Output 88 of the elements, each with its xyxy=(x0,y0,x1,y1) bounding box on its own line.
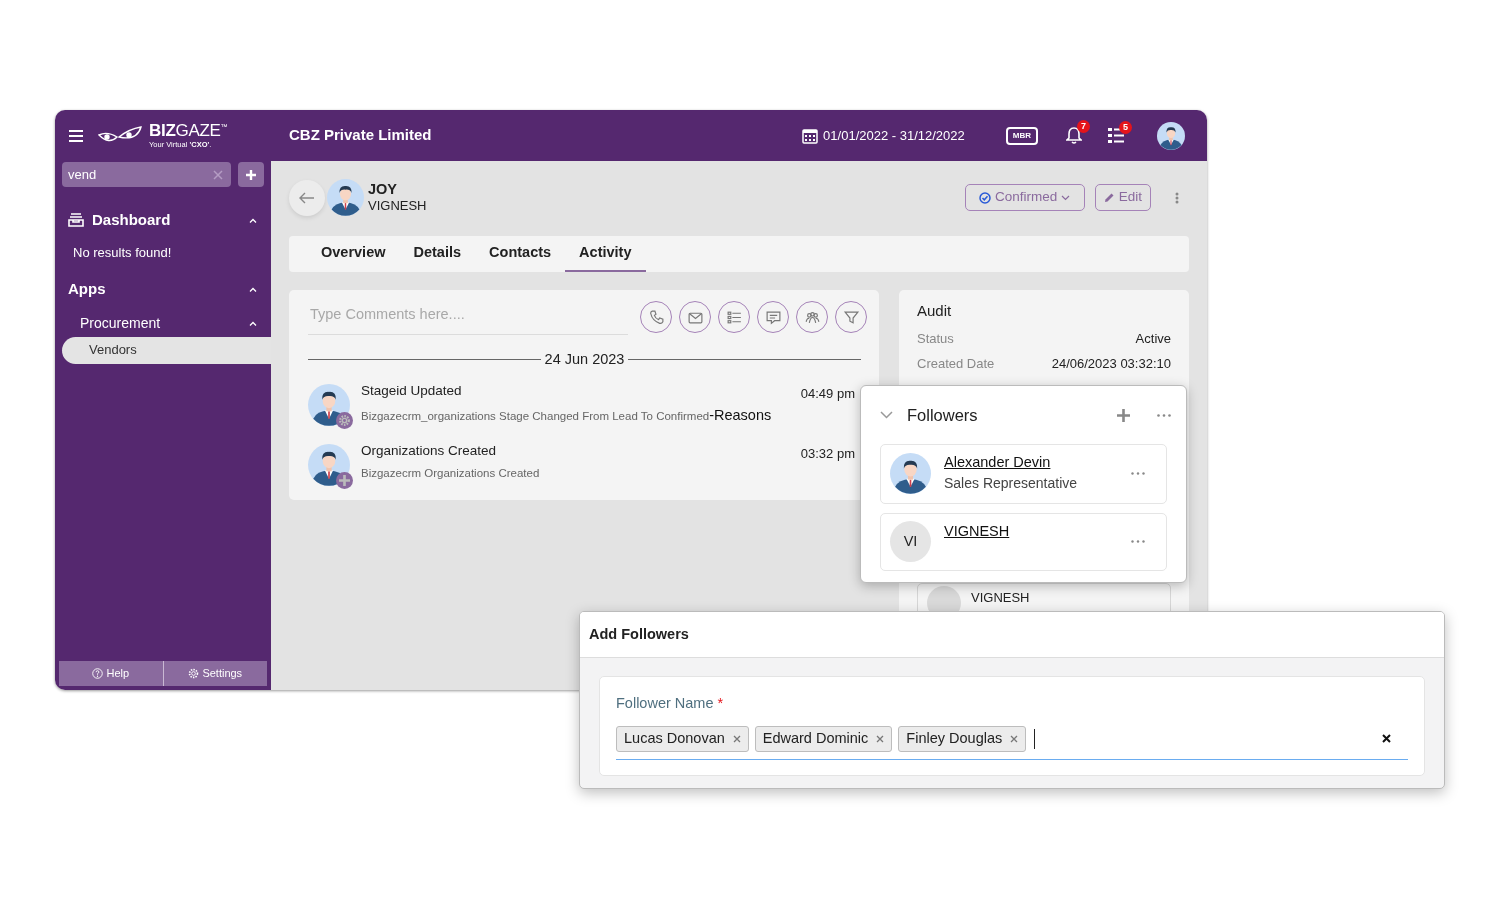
settings-button[interactable]: Settings xyxy=(162,661,267,686)
dialog-title: Add Followers xyxy=(580,612,1444,658)
follower-name[interactable]: Alexander Devin xyxy=(944,451,1118,473)
audit-label: Status xyxy=(917,329,954,348)
entry-time: 03:32 pm xyxy=(800,444,855,463)
chevron-down-icon xyxy=(1061,194,1071,201)
more-icon xyxy=(1131,472,1145,476)
gear-icon xyxy=(338,413,351,427)
record-name: JOY xyxy=(368,180,398,199)
bell-icon[interactable] xyxy=(1066,127,1082,144)
nav-group[interactable]: Apps xyxy=(68,278,106,301)
tag-chip: Finley Douglas xyxy=(898,725,1027,752)
follower-role: Sales Representative xyxy=(944,473,1079,493)
status-dropdown[interactable]: Confirmed xyxy=(964,184,1085,211)
company-name: CBZ Private Limited xyxy=(289,125,432,146)
clear-icon[interactable] xyxy=(1382,734,1391,744)
edit-button[interactable]: Edit xyxy=(1094,184,1151,211)
help-icon xyxy=(92,668,104,679)
audit-title: Audit xyxy=(917,301,953,321)
audit-label: Created Date xyxy=(917,355,995,373)
more-icon xyxy=(1131,540,1145,544)
back-arrow-icon xyxy=(299,191,315,204)
more-button[interactable] xyxy=(1157,413,1171,417)
help-button[interactable]: Help xyxy=(59,661,163,686)
tab[interactable]: Overview xyxy=(307,236,400,272)
empty-message: No results found! xyxy=(72,244,173,262)
follower-field[interactable]: Lucas Donovan Edward Dominic Finley Douglas xyxy=(616,720,1408,760)
calendar-icon[interactable] xyxy=(802,127,819,144)
chevron-icon[interactable] xyxy=(880,411,893,420)
initials-avatar: VI xyxy=(890,521,931,563)
date-range[interactable]: 01/01/2022 - 31/12/2022 xyxy=(823,125,965,146)
plus-icon xyxy=(246,169,256,180)
follower-name[interactable]: VIGNESH xyxy=(971,589,1030,606)
more-icon xyxy=(1157,413,1171,417)
tag-chip: Edward Dominic xyxy=(754,725,893,752)
record-subtitle: VIGNESH xyxy=(368,198,427,215)
entry-description: Bizgazecrm Organizations Created xyxy=(361,465,541,481)
tab[interactable]: Contacts xyxy=(475,236,566,272)
caret-icon[interactable] xyxy=(249,217,257,223)
date-divider-label: 24 Jun 2023 xyxy=(544,349,625,369)
notification-badge: 7 xyxy=(1077,120,1090,133)
remove-icon[interactable] xyxy=(732,734,741,743)
plus-icon[interactable] xyxy=(1117,408,1130,422)
user-avatar[interactable] xyxy=(1157,121,1185,150)
entry-description: Bizgazecrm_organizations Stage Changed From Lead To Confirmed-Reasons xyxy=(361,405,773,425)
remove-icon[interactable] xyxy=(876,734,885,743)
more-button[interactable] xyxy=(1131,540,1145,544)
nav-group[interactable]: Dashboard xyxy=(92,208,171,232)
menu-icon[interactable] xyxy=(69,129,83,142)
plus-icon xyxy=(339,474,350,486)
back-button[interactable] xyxy=(289,179,325,216)
avatar-icon xyxy=(890,453,931,495)
text-cursor xyxy=(1034,728,1036,749)
task-badge: 5 xyxy=(1119,121,1132,134)
more-button[interactable] xyxy=(1175,191,1179,204)
nav-item[interactable]: Vendors xyxy=(62,336,271,364)
tray-icon xyxy=(68,213,84,227)
tag-chip: Lucas Donovan xyxy=(616,725,749,752)
avatar-icon xyxy=(308,383,350,426)
tab[interactable]: Activity xyxy=(565,236,646,272)
task-list-icon[interactable] xyxy=(1108,128,1124,143)
mbr-button[interactable]: MBR xyxy=(1005,126,1038,145)
more-button[interactable] xyxy=(1131,472,1145,476)
tab[interactable]: Details xyxy=(399,236,476,272)
field-label: Follower Name * xyxy=(616,694,725,713)
remove-icon[interactable] xyxy=(1010,734,1019,743)
audit-value: Active xyxy=(1135,329,1171,348)
search-field[interactable]: vend xyxy=(62,162,231,187)
comment-field[interactable]: Type Comments here.... xyxy=(308,300,628,335)
nav-subgroup[interactable]: Procurement xyxy=(80,313,161,334)
avatar-icon xyxy=(327,179,364,216)
caret-icon[interactable] xyxy=(249,287,257,292)
settings-icon xyxy=(188,668,200,679)
entry-title: Organizations Created xyxy=(361,441,498,460)
entry-time: 04:49 pm xyxy=(800,384,855,403)
audit-value: 24/06/2023 03:32:10 xyxy=(1051,355,1171,373)
caret-icon[interactable] xyxy=(249,321,257,326)
pencil-icon xyxy=(1103,192,1115,203)
logo-wordmark: BIZGAZE$^{™}$ xyxy=(149,122,228,140)
follower-name[interactable]: VIGNESH xyxy=(944,520,1118,542)
avatar-icon xyxy=(308,443,350,486)
followers-title: Followers xyxy=(907,405,978,426)
entry-title: Stageid Updated xyxy=(361,381,463,400)
check-circle-icon xyxy=(979,191,992,204)
phone-icon xyxy=(647,308,665,326)
more-icon xyxy=(1175,191,1179,204)
add-button[interactable] xyxy=(238,162,264,187)
required-mark: * xyxy=(717,695,724,711)
